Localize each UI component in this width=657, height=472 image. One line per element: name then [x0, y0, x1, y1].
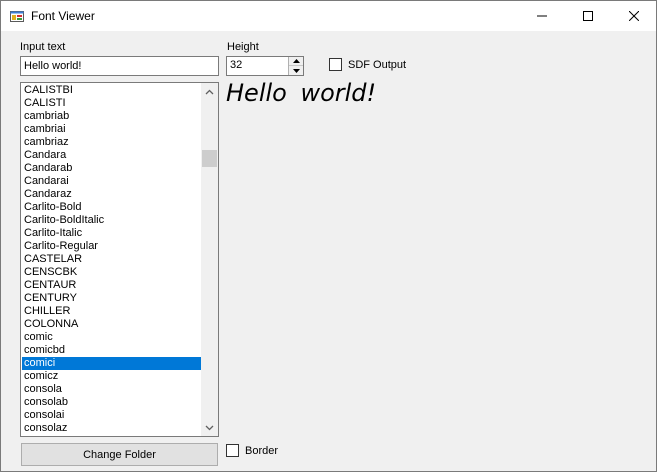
- chevron-down-icon: [292, 68, 300, 73]
- input-text-label: Input text: [20, 41, 66, 53]
- border-label: Border: [245, 444, 279, 457]
- list-item[interactable]: comicbd: [22, 344, 202, 357]
- list-item[interactable]: Carlito-Regular: [22, 240, 202, 253]
- title-bar[interactable]: Font Viewer: [1, 1, 656, 31]
- list-item[interactable]: Carlito-Italic: [22, 227, 202, 240]
- list-item[interactable]: COLONNA: [22, 318, 202, 331]
- list-item[interactable]: consola: [22, 383, 202, 396]
- height-value[interactable]: 32: [230, 59, 242, 71]
- list-item[interactable]: comicz: [22, 370, 202, 383]
- chevron-up-icon: [205, 89, 214, 94]
- list-item[interactable]: CALISTI: [22, 97, 202, 110]
- list-item[interactable]: Carlito-BoldItalic: [22, 214, 202, 227]
- list-item[interactable]: Candarai: [22, 175, 202, 188]
- spinner-up-button[interactable]: [289, 57, 303, 66]
- scroll-down-button[interactable]: [201, 419, 218, 436]
- change-folder-button[interactable]: Change Folder: [21, 443, 218, 466]
- font-viewer-window: Font Viewer Input text Height Hello worl…: [0, 0, 657, 472]
- sdf-output-label: SDF Output: [348, 58, 407, 71]
- font-list[interactable]: CALISTBI CALISTI cambriab cambriai cambriaz C…: [20, 82, 219, 437]
- app-icon: [10, 9, 24, 23]
- list-item[interactable]: CALISTBI: [22, 84, 202, 97]
- checkbox-box[interactable]: [226, 444, 239, 457]
- list-item[interactable]: comici: [22, 357, 202, 370]
- list-item[interactable]: consolab: [22, 396, 202, 409]
- list-item[interactable]: Candara: [22, 149, 202, 162]
- window-title: Font Viewer: [31, 9, 95, 23]
- maximize-icon: [583, 11, 593, 21]
- list-item[interactable]: cambriai: [22, 123, 202, 136]
- list-item[interactable]: CENTAUR: [22, 279, 202, 292]
- list-item[interactable]: cambriab: [22, 110, 202, 123]
- spinner-buttons: [288, 57, 303, 75]
- list-item[interactable]: cambriaz: [22, 136, 202, 149]
- list-item[interactable]: Carlito-Bold: [22, 201, 202, 214]
- maximize-button[interactable]: [565, 1, 611, 31]
- sdf-output-checkbox[interactable]: SDF Output: [329, 58, 406, 71]
- height-spinner[interactable]: 32: [226, 56, 304, 76]
- font-list-items: CALISTBI CALISTI cambriab cambriai cambriaz C…: [22, 84, 202, 435]
- list-item[interactable]: Candarab: [22, 162, 202, 175]
- close-icon: [629, 11, 639, 21]
- vertical-scrollbar[interactable]: [201, 83, 218, 436]
- chevron-down-icon: [205, 425, 214, 430]
- list-item[interactable]: consolaz: [22, 422, 202, 435]
- checkbox-box[interactable]: [329, 58, 342, 71]
- chevron-up-icon: [292, 59, 300, 63]
- list-item[interactable]: consolai: [22, 409, 202, 422]
- minimize-icon: [537, 15, 547, 17]
- minimize-button[interactable]: [519, 1, 565, 31]
- spinner-down-button[interactable]: [289, 66, 303, 75]
- scroll-thumb[interactable]: [202, 150, 217, 167]
- list-item[interactable]: Candaraz: [22, 188, 202, 201]
- font-preview: Hello world!: [226, 79, 377, 107]
- border-checkbox[interactable]: Border: [226, 444, 278, 457]
- close-button[interactable]: [611, 1, 656, 31]
- list-item[interactable]: CENSCBK: [22, 266, 202, 279]
- input-text-field[interactable]: Hello world!: [20, 56, 219, 76]
- list-item[interactable]: CASTELAR: [22, 253, 202, 266]
- scroll-up-button[interactable]: [201, 83, 218, 100]
- height-label: Height: [227, 41, 259, 53]
- list-item[interactable]: comic: [22, 331, 202, 344]
- list-item[interactable]: CHILLER: [22, 305, 202, 318]
- list-item[interactable]: CENTURY: [22, 292, 202, 305]
